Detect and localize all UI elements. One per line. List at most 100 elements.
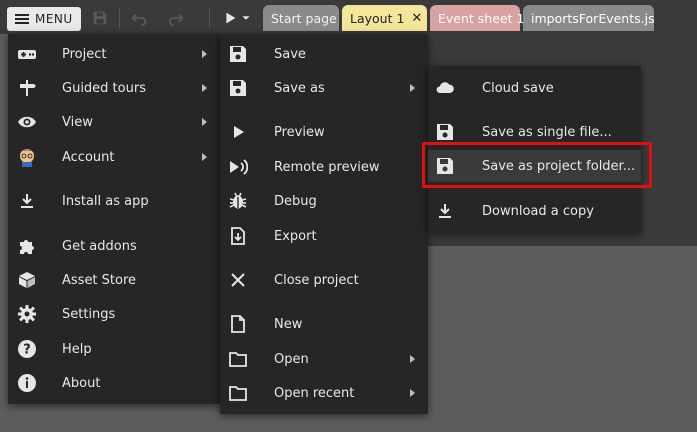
signpost-icon [17, 78, 37, 98]
menu-item-label: Install as app [62, 193, 149, 209]
tab-start-page[interactable]: Start page [263, 5, 339, 31]
export-icon [228, 226, 248, 246]
menu-item-open-recent[interactable]: Open recent [220, 377, 428, 409]
menu-item-preview[interactable]: Preview [220, 116, 428, 148]
menu-item-settings[interactable]: Settings [8, 298, 222, 330]
download-icon [435, 201, 455, 221]
menu-item-project[interactable]: Project [8, 38, 222, 70]
submenu-arrow-icon [202, 50, 207, 58]
menu-item-asset-store[interactable]: Asset Store [8, 264, 222, 296]
menu-item-label: Save [274, 46, 306, 62]
menu-item-help[interactable]: ? Help [8, 333, 222, 365]
avatar-icon [17, 147, 37, 167]
menu-item-label: View [62, 114, 93, 130]
eye-icon [17, 112, 37, 132]
menu-item-label: Help [62, 341, 92, 357]
file-icon [228, 314, 248, 334]
bug-icon [228, 191, 248, 211]
menu-item-label: Save as single file... [482, 124, 612, 140]
menu-item-label: Debug [274, 193, 317, 209]
gear-icon [17, 304, 37, 324]
remote-preview-icon [228, 157, 248, 177]
menu-item-label: Guided tours [62, 80, 146, 96]
tab-event-sheet-1[interactable]: Event sheet 1 [430, 5, 524, 31]
download-icon [17, 191, 37, 211]
menu-item-install-as-app[interactable]: Install as app [8, 185, 222, 217]
hamburger-icon [15, 14, 29, 24]
submenu-arrow-icon [410, 355, 415, 363]
menu-item-account[interactable]: Account [8, 141, 222, 173]
menu-item-save-as[interactable]: Save as [220, 72, 428, 104]
menu-item-guided-tours[interactable]: Guided tours [8, 72, 222, 104]
tab-label: Layout 1 [350, 10, 405, 26]
tab-imports-for-events[interactable]: importsForEvents.js [523, 5, 655, 31]
folder-icon [228, 349, 248, 369]
tab-label: Event sheet 1 [438, 10, 525, 26]
menu-item-open[interactable]: Open [220, 343, 428, 375]
submenu-arrow-icon [202, 153, 207, 161]
floppy-icon [228, 78, 248, 98]
menu-item-label: Project [62, 46, 107, 62]
menu-item-debug[interactable]: Debug [220, 185, 428, 217]
redo-icon[interactable] [167, 9, 185, 27]
folder-icon [228, 383, 248, 403]
editor-window: MENU Start page Layout 1 ✕ Event sheet 1 [0, 0, 697, 432]
menu-item-download-copy[interactable]: Download a copy [428, 195, 641, 227]
floppy-icon [435, 122, 455, 142]
menu-item-save[interactable]: Save [220, 38, 428, 70]
menu-item-get-addons[interactable]: Get addons [8, 230, 222, 262]
close-icon [228, 270, 248, 290]
menu-item-about[interactable]: About [8, 367, 222, 399]
menu-item-label: Download a copy [482, 203, 594, 219]
submenu-arrow-icon [410, 84, 415, 92]
menu-item-close-project[interactable]: Close project [220, 264, 428, 296]
svg-text:?: ? [23, 343, 31, 358]
save-toolbar-icon[interactable] [91, 9, 109, 27]
menu-item-new[interactable]: New [220, 308, 428, 340]
play-icon [228, 122, 248, 142]
gamepad-icon [17, 44, 37, 64]
tab-layout-1[interactable]: Layout 1 ✕ [342, 5, 427, 31]
play-dropdown-icon[interactable] [241, 9, 251, 27]
menu-item-label: Cloud save [482, 80, 554, 96]
menu-item-remote-preview[interactable]: Remote preview [220, 151, 428, 183]
box-icon [17, 270, 37, 290]
floppy-icon [228, 44, 248, 64]
help-icon: ? [17, 339, 37, 359]
info-icon [17, 373, 37, 393]
tab-label: Start page [271, 10, 337, 26]
menu-item-label: New [274, 316, 303, 332]
play-toolbar-icon[interactable] [221, 9, 239, 27]
menu-item-label: Account [62, 149, 115, 165]
menu-item-label: Save as [274, 80, 325, 96]
project-menu: Save Save as Preview Remote preview Debu… [220, 34, 428, 414]
menu-item-cloud-save[interactable]: Cloud save [428, 72, 641, 104]
highlight-annotation-box [422, 142, 652, 188]
submenu-arrow-icon [202, 118, 207, 126]
tab-close-icon[interactable]: ✕ [411, 11, 422, 26]
undo-icon[interactable] [130, 9, 148, 27]
main-menu-button[interactable]: MENU [7, 7, 81, 31]
tab-label: importsForEvents.js [531, 10, 655, 26]
main-menu: Project Guided tours View Account Instal… [8, 34, 222, 404]
cloud-icon [435, 78, 455, 98]
menu-item-label: Settings [62, 306, 116, 322]
menu-item-label: About [62, 375, 101, 391]
menu-item-label: Open [274, 351, 309, 367]
submenu-arrow-icon [202, 84, 207, 92]
menu-item-label: Get addons [62, 238, 137, 254]
menu-item-view[interactable]: View [8, 106, 222, 138]
main-menu-label: MENU [35, 12, 73, 26]
submenu-arrow-icon [410, 389, 415, 397]
puzzle-icon [17, 236, 37, 256]
menu-item-label: Remote preview [274, 159, 380, 175]
menu-item-label: Asset Store [62, 272, 137, 288]
menu-item-label: Preview [274, 124, 325, 140]
menu-item-label: Export [274, 228, 317, 244]
toolbar-divider [119, 8, 120, 28]
menu-item-label: Close project [274, 272, 359, 288]
menu-item-export[interactable]: Export [220, 220, 428, 252]
toolbar-divider [209, 8, 210, 28]
menu-item-label: Open recent [274, 385, 355, 401]
top-toolbar: MENU Start page Layout 1 ✕ Event sheet 1 [0, 0, 697, 34]
